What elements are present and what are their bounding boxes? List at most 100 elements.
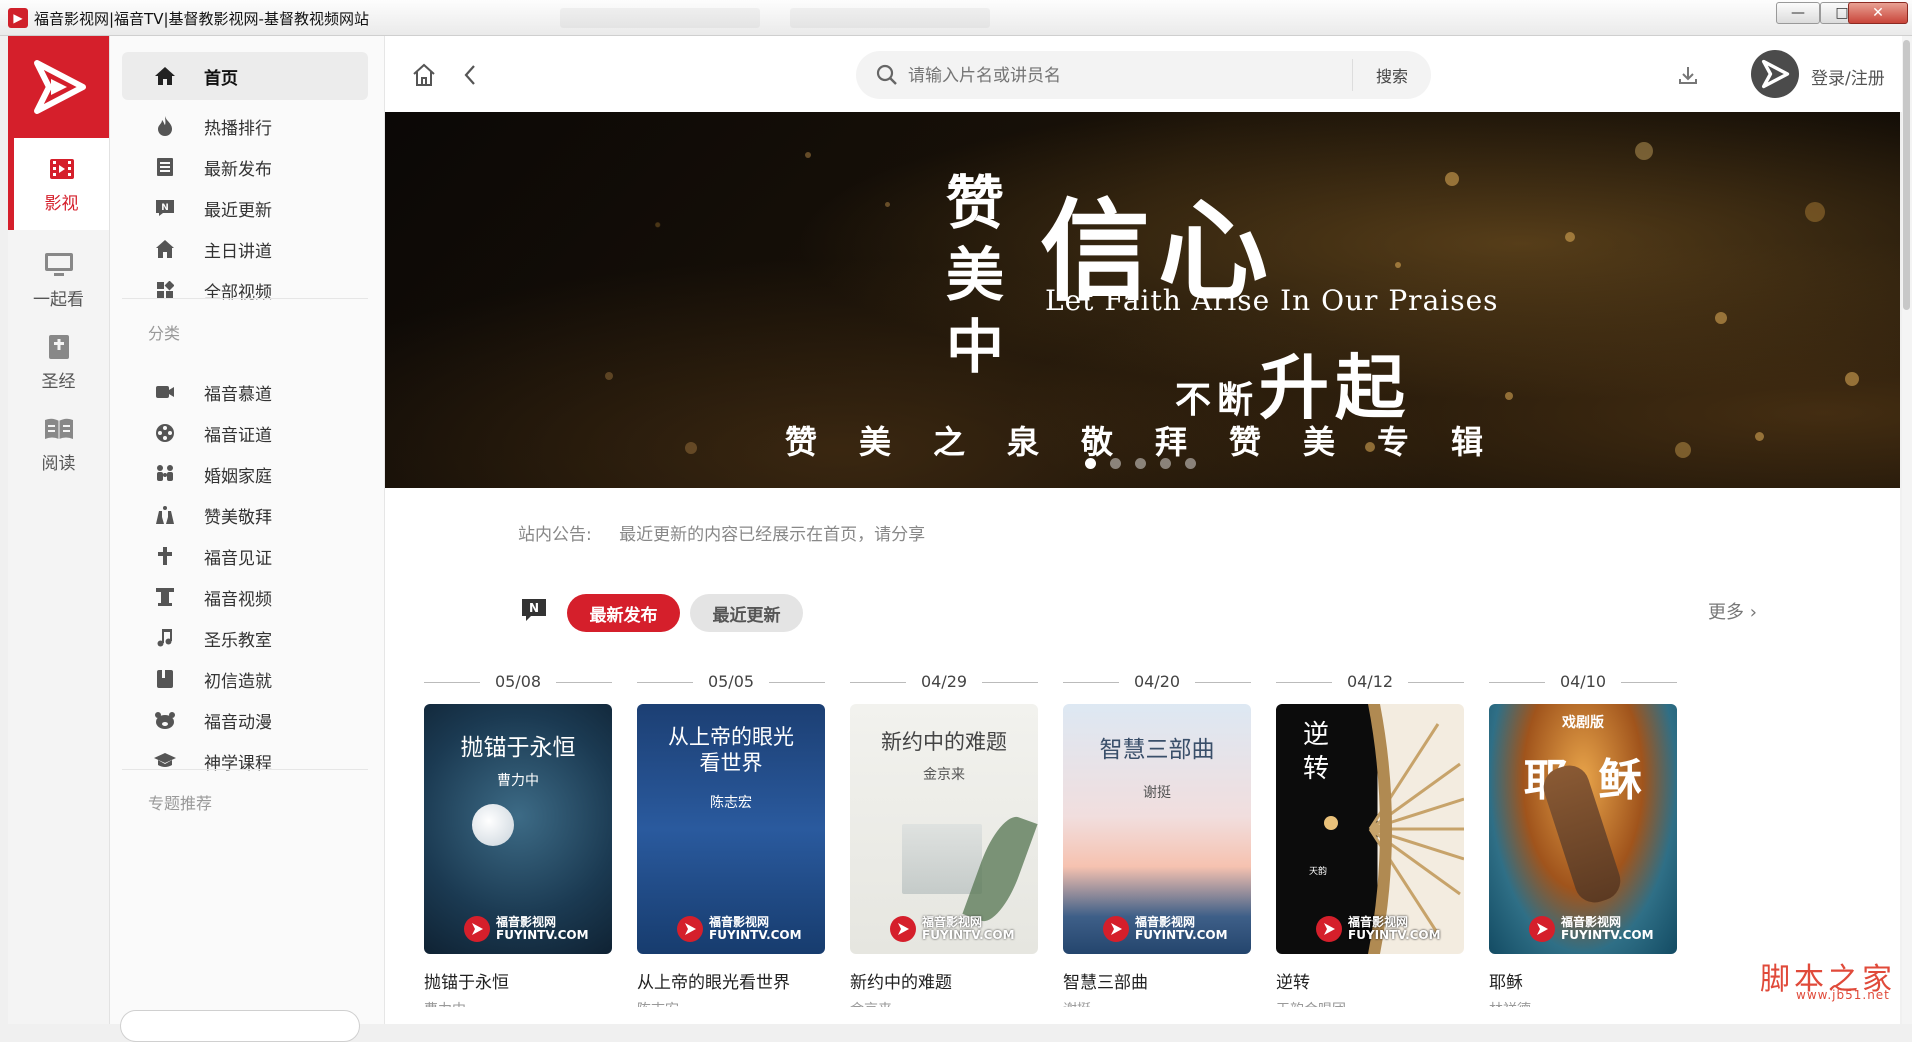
category-heading: 分类 [148,324,181,343]
brand-logo-icon [464,916,490,942]
minimize-button[interactable]: — [1776,2,1820,24]
menu-label: 主日讲道 [204,241,272,262]
card-speaker: 天韵合唱团 [1276,999,1464,1007]
carousel-dots [1085,458,1196,469]
menu-divider [122,298,368,299]
watermark-url: www.jb51.net [1796,988,1890,1002]
user-logo-icon [1761,59,1790,89]
menu-label: 最近更新 [204,200,272,221]
menu-label: 热播排行 [204,118,272,139]
home-icon [152,65,178,87]
bible-icon [44,333,74,361]
download-icon [1679,67,1697,84]
rail-item-watch-together[interactable]: 一起看 [8,234,109,326]
more-link[interactable]: 更多 › [1708,598,1757,624]
menu-item-theology[interactable]: 神学课程 [122,737,368,785]
video-poster[interactable]: 从上帝的眼光 看世界 陈志宏 福音影视网 FUYINTV.COM [637,704,825,954]
card-date: 05/05 [637,670,825,694]
video-poster[interactable]: 智慧三部曲 谢挺 福音影视网 FUYINTV.COM [1063,704,1251,954]
carousel-dot[interactable] [1185,458,1196,469]
card-title[interactable]: 耶稣 [1489,968,1677,993]
back-button[interactable] [457,62,483,88]
banner-english: Let Faith Arise In Our Praises [1045,284,1499,317]
tab-recent-update[interactable]: 最近更新 [690,594,803,632]
background-tab [560,8,760,28]
window-title: 福音影视网|福音TV|基督教影视网-基督教视频网站 [34,10,369,28]
close-button[interactable]: ✕ [1848,2,1908,24]
church-icon [152,238,178,260]
menu-label: 福音视频 [204,589,272,610]
search-input[interactable] [906,59,1350,93]
menu-item-all-videos[interactable]: 全部视频 [122,266,368,314]
rail-item-reading[interactable]: 阅读 [8,398,109,490]
film-icon [47,155,77,183]
video-card[interactable]: 05/05 从上帝的眼光 看世界 陈志宏 福音影视网 FUYINTV.COM 从上… [637,670,825,1007]
card-title[interactable]: 智慧三部曲 [1063,968,1251,993]
cross-icon [152,545,178,567]
card-title[interactable]: 新约中的难题 [850,968,1038,993]
scrollbar-thumb[interactable] [1903,40,1910,310]
rail-item-film[interactable]: 影视 [8,138,109,230]
card-title[interactable]: 抛锚于永恒 [424,968,612,993]
card-title[interactable]: 逆转 [1276,968,1464,993]
video-card[interactable]: 05/08 抛锚于永恒 曹力中 福音影视网FUYINTV.COM 抛锚于永恒 曹… [424,670,612,1007]
rail-label: 圣经 [41,371,76,392]
music-note-icon [152,627,178,649]
video-poster[interactable]: 新约中的难题 金京来 福音影视网 FUYINTV.COM [850,704,1038,954]
card-speaker: 曹力中 [424,999,612,1007]
menu-divider [122,769,368,770]
carousel-dot[interactable] [1085,458,1096,469]
notice-text[interactable]: 最近更新的内容已经展示在首页，请分享 [619,525,925,545]
background-tab [790,8,990,28]
svg-text:N: N [529,601,539,615]
home-outline-icon [413,63,435,86]
carousel-dot[interactable] [1135,458,1146,469]
menu-label: 福音慕道 [204,384,272,405]
card-speaker: 陈志宏 [637,999,825,1007]
banner-subtitle: 赞美之泉敬拜赞美专辑 [785,423,1526,461]
video-poster[interactable]: 戏剧版 耶 稣 福音影视网FUYINTV.COM [1489,704,1677,954]
card-date: 04/12 [1276,670,1464,694]
carousel-dot[interactable] [1160,458,1171,469]
avatar[interactable] [1751,50,1799,98]
menu-label: 福音动漫 [204,712,272,733]
download-button[interactable] [1675,62,1701,88]
video-card[interactable]: 04/20 智慧三部曲 谢挺 福音影视网FUYINTV.COM 智慧三部曲 谢挺 [1063,670,1251,1007]
home-nav-button[interactable] [411,62,437,88]
bear-icon [152,709,178,731]
video-card[interactable]: 04/12 逆 转 天韵 福音影视网FUYINTV.COM 逆转 天韵合唱团 [1276,670,1464,1007]
book-open-icon [44,415,74,443]
card-date: 04/10 [1489,670,1677,694]
notice-label: 站内公告: [518,525,592,545]
document-icon [152,156,178,178]
fire-icon [152,115,178,137]
video-card[interactable]: 04/29 新约中的难题 金京来 福音影视网 FUYINTV.COM 新约中的难题… [850,670,1038,1007]
tv-icon [44,251,74,279]
brand-logo-icon [890,916,916,942]
svg-text:N: N [161,203,169,213]
brand-logo-icon [677,916,703,942]
card-speaker: 谢挺 [1063,999,1251,1007]
login-register-link[interactable]: 登录/注册 [1811,64,1885,89]
hero-banner[interactable]: 赞 美 中 信心 Let Faith Arise In Our Praises … [385,112,1900,488]
card-title[interactable]: 从上帝的眼光看世界 [637,968,825,993]
book-icon [152,668,178,690]
video-poster[interactable]: 抛锚于永恒 曹力中 福音影视网 FUYINTV.COM [424,704,612,954]
tab-latest-release[interactable]: 最新发布 [567,594,680,632]
poster-photo [902,824,982,894]
chevron-left-icon [464,65,475,85]
video-icon [152,381,178,403]
reel-icon [152,422,178,444]
search-button[interactable]: 搜索 [1353,51,1431,99]
video-card[interactable]: 04/10 戏剧版 耶 稣 福音影视网FUYINTV.COM 耶稣 林祥德 [1489,670,1677,1007]
video-poster[interactable]: 逆 转 天韵 福音影视网 FUYINTV.COM [1276,704,1464,954]
topic-search-box[interactable] [120,1010,360,1042]
sun-graphic [1324,816,1338,830]
menu-label: 福音见证 [204,548,272,569]
main-content: 站内公告: 最近更新的内容已经展示在首页，请分享 N 最新发布 最近更新 更多 … [385,488,1900,1024]
carousel-dot[interactable] [1110,458,1121,469]
window-titlebar: ▶ 福音影视网|福音TV|基督教影视网-基督教视频网站 — □ ✕ [0,0,1912,36]
fuyin-logo-icon[interactable] [8,36,109,138]
menu-item-home[interactable]: 首页 [122,52,368,100]
rail-item-bible[interactable]: 圣经 [8,316,109,408]
